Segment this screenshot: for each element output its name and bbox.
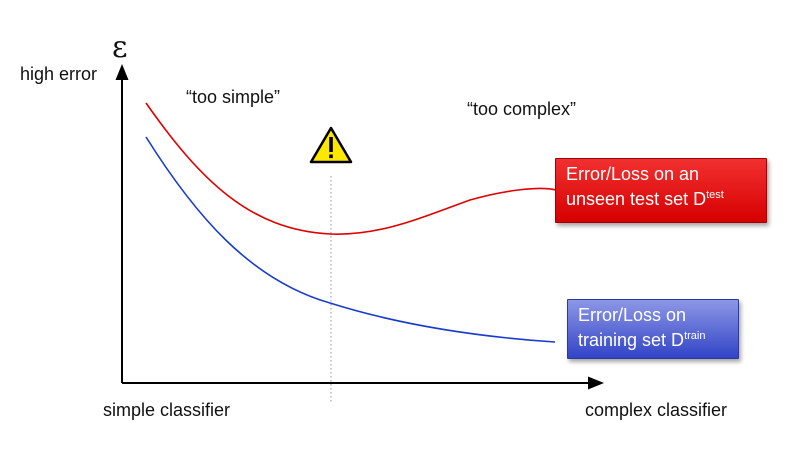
test-error-label: Error/Loss on an unseen test set Dtest [555, 158, 767, 223]
y-axis-label: high error [20, 64, 98, 84]
training-error-label-line1: Error/Loss on [578, 305, 687, 325]
region-label-too-complex: “too complex” [467, 99, 577, 119]
region-label-too-simple: “too simple” [186, 87, 281, 107]
x-axis-left-label: simple classifier [103, 400, 231, 420]
training-error-curve [145, 136, 556, 343]
diagram-canvas [115, 64, 604, 402]
training-error-label-text: training set D [578, 330, 685, 350]
training-error-label: Error/Loss on training set Dtrain [567, 299, 739, 359]
x-axis-right-label: complex classifier [585, 400, 728, 420]
test-error-label-text: unseen test set D [566, 189, 707, 209]
x-axis-arrowhead [588, 376, 604, 390]
test-error-label-superscript: test [706, 189, 724, 201]
training-error-label-line2: training set Dtrain [578, 326, 728, 351]
test-error-label-line1: Error/Loss on an [566, 164, 700, 184]
test-error-label-line2: unseen test set Dtest [566, 185, 756, 210]
warning-icon [309, 126, 353, 164]
y-axis-arrowhead [115, 64, 129, 80]
test-error-curve [145, 102, 557, 235]
training-error-label-superscript: train [684, 330, 706, 342]
y-axis-symbol: ε [112, 30, 128, 65]
